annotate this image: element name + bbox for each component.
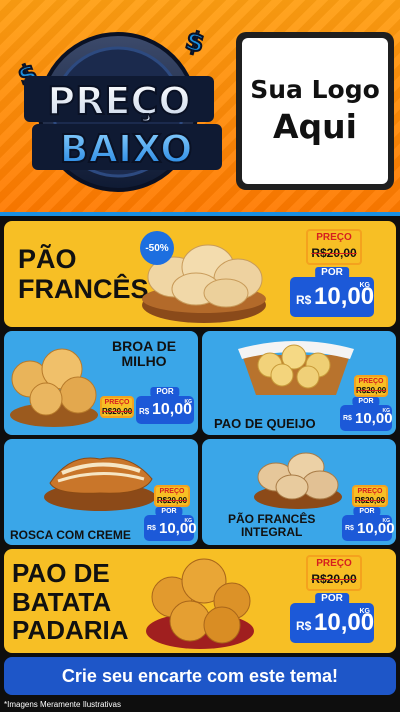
header-divider — [0, 212, 400, 216]
old-price-value: R$20,00 — [311, 246, 357, 260]
old-price: PREÇO R$20,00 — [306, 229, 362, 265]
dollar-sign-right-icon: $ — [182, 26, 207, 60]
product-name: PAO DE BATATA PADARIA — [12, 559, 129, 645]
new-price: POR R$ 10,00 KG — [136, 387, 194, 424]
old-price-value: R$20,00 — [356, 386, 387, 395]
new-price-label: POR — [352, 397, 380, 406]
product-name-line: FRANCÊS — [18, 273, 149, 304]
old-price: PREÇO R$20,00 — [100, 396, 134, 418]
product-name: PAO DE QUEIJO — [214, 416, 316, 431]
price-block: PREÇO R$20,00 POR R$ 10,00 KG — [290, 229, 374, 317]
product-name-line: BROA DE — [112, 338, 177, 354]
old-price: PREÇO R$20,00 — [354, 375, 388, 397]
new-price: POR R$ 10,00 KG — [342, 507, 395, 541]
product-name-line: BATATA — [12, 586, 112, 617]
pao-de-queijo-image — [238, 341, 354, 395]
product-card-broa-de-milho[interactable]: BROA DE MILHO PREÇO R$20,00 POR R$ 10,00… — [4, 331, 198, 435]
currency: R$ — [139, 407, 150, 416]
pao-integral-image — [254, 452, 342, 509]
new-price-label: POR — [150, 387, 180, 397]
broa-image — [10, 348, 98, 427]
new-price: POR R$ 10,00 KG — [290, 593, 374, 643]
old-price-value: R$20,00 — [156, 496, 188, 505]
price-unit: KG — [184, 518, 193, 524]
badge-line1: PREÇO — [47, 79, 190, 123]
new-price-label: POR — [315, 593, 349, 605]
pao-de-batata-image — [146, 558, 254, 649]
product-name-line: PÃO — [18, 244, 77, 274]
price-unit: KG — [359, 608, 371, 615]
currency: R$ — [296, 293, 312, 307]
old-price-label: PREÇO — [159, 488, 185, 495]
product-card-pao-frances-integral[interactable]: PREÇO R$20,00 POR R$ 10,00 KG PÃO FRANCÊ… — [202, 439, 396, 545]
new-price-label: POR — [315, 267, 349, 279]
badge-line2: BAIXO — [60, 127, 193, 171]
product-card-pao-de-queijo[interactable]: PREÇO R$20,00 POR R$ 10,00 KG PAO DE QUE… — [202, 331, 396, 435]
disclaimer: *Imagens Meramente Ilustrativas — [4, 700, 121, 709]
price-unit: KG — [184, 399, 193, 405]
old-price: PREÇO R$20,00 — [154, 485, 190, 507]
product-name-line: PAO DE QUEIJO — [214, 416, 316, 431]
product-card-pao-frances[interactable]: PÃO FRANCÊS -50% PREÇO R$20,00 POR R$ 10… — [4, 221, 396, 327]
logo-text-line2: Aqui — [273, 107, 357, 146]
old-price-label: PREÇO — [104, 399, 130, 406]
new-price: POR R$ 10,00 KG — [340, 397, 393, 431]
cta-banner[interactable]: Crie seu encarte com este tema! — [4, 657, 396, 695]
header-banner: $ $ PREÇO BAIXO Sua Logo Aqui — [0, 0, 400, 212]
old-price-value: R$20,00 — [311, 572, 357, 586]
currency: R$ — [296, 619, 312, 633]
product-name-line: INTEGRAL — [241, 525, 303, 540]
old-price-value: R$20,00 — [354, 496, 386, 505]
currency: R$ — [345, 525, 354, 532]
currency: R$ — [147, 525, 156, 532]
discount-badge: -50% — [140, 231, 174, 265]
old-price: PREÇO R$20,00 — [306, 555, 362, 591]
product-name: PÃO FRANCÊS INTEGRAL — [228, 512, 315, 540]
currency: R$ — [343, 415, 352, 422]
price-unit: KG — [359, 282, 371, 289]
product-name-line: MILHO — [121, 353, 167, 370]
product-name-line: PAO DE — [12, 558, 110, 588]
product-name: ROSCA COM CREME — [10, 528, 131, 542]
new-price: POR R$ 10,00 KG — [144, 507, 197, 541]
product-name: PÃO FRANCÊS — [18, 244, 149, 304]
preco-baixo-badge: $ $ PREÇO BAIXO — [13, 25, 222, 192]
old-price-label: PREÇO — [316, 558, 352, 569]
old-price-label: PREÇO — [316, 232, 352, 243]
price-unit: KG — [382, 408, 391, 414]
new-price: POR R$ 10,00 KG — [290, 267, 374, 317]
logo-placeholder-inner: Sua Logo Aqui — [242, 38, 388, 184]
product-card-pao-de-batata[interactable]: PAO DE BATATA PADARIA PREÇO R$20,00 POR … — [4, 549, 396, 653]
product-card-rosca-com-creme[interactable]: PREÇO R$20,00 POR R$ 10,00 KG ROSCA COM … — [4, 439, 198, 545]
product-name: BROA DE MILHO — [112, 338, 177, 370]
product-name-line: PADARIA — [12, 615, 129, 646]
old-price-value: R$20,00 — [102, 407, 133, 416]
old-price-label: PREÇO — [358, 378, 384, 385]
price-block: PREÇO R$20,00 POR R$ 10,00 KG — [290, 555, 374, 643]
old-price: PREÇO R$20,00 — [352, 485, 388, 507]
product-name-line: ROSCA COM CREME — [10, 528, 131, 542]
logo-text-line1: Sua Logo — [250, 75, 380, 104]
price-unit: KG — [382, 518, 391, 524]
new-price-label: POR — [155, 507, 183, 516]
logo-placeholder[interactable]: Sua Logo Aqui — [236, 32, 394, 190]
old-price-label: PREÇO — [357, 488, 383, 495]
rosca-image — [44, 457, 156, 511]
new-price-label: POR — [353, 507, 381, 516]
